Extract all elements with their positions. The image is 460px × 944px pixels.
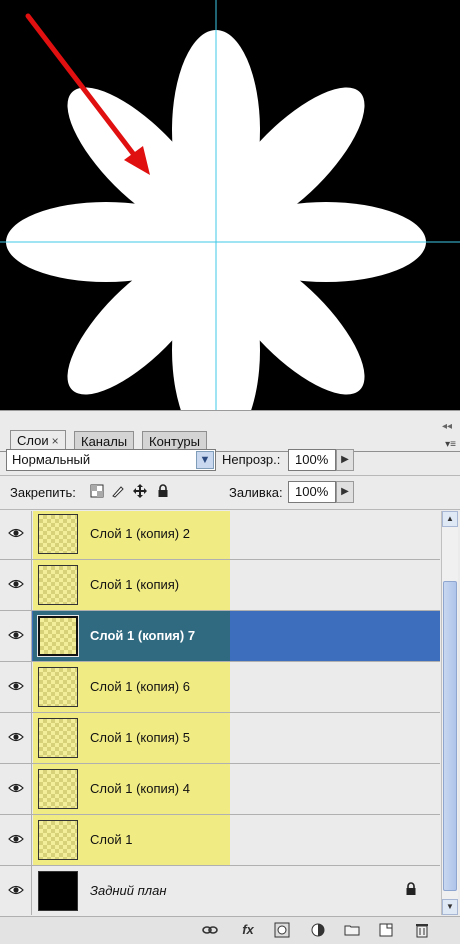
link-icon[interactable] [202, 922, 218, 938]
fill-label: Заливка: [229, 485, 283, 500]
layers-list: Слой 1 (копия) 2 Слой 1 (копия) Слой 1 (ко… [0, 511, 440, 915]
visibility-eye-icon[interactable] [0, 866, 32, 915]
panel-bottom-toolbar: fx [0, 916, 460, 944]
visibility-eye-icon[interactable] [0, 511, 32, 559]
scroll-thumb[interactable] [443, 581, 457, 891]
layers-panel: ◂◂ ▾≡ Слои × Каналы Контуры Нормальный ▼ … [0, 410, 460, 944]
mask-icon[interactable] [274, 922, 290, 938]
layers-scrollbar[interactable]: ▲ ▼ [441, 511, 458, 915]
folder-icon[interactable] [344, 922, 360, 938]
opacity-label: Непрозр.: [222, 452, 281, 467]
layer-thumbnail[interactable] [38, 871, 78, 911]
lock-label: Закрепить: [10, 485, 76, 500]
opacity-slider-button[interactable]: ▶ [336, 449, 354, 471]
divider [0, 509, 460, 510]
trash-icon[interactable] [414, 922, 430, 938]
layer-thumbnail[interactable] [38, 514, 78, 554]
layer-row[interactable]: Слой 1 (копия) 2 [0, 511, 440, 560]
layer-row[interactable]: Слой 1 (копия) 6 [0, 662, 440, 713]
layer-row[interactable]: Слой 1 (копия) 4 [0, 764, 440, 815]
layer-thumbnail[interactable] [38, 565, 78, 605]
tab-close-icon[interactable]: × [52, 434, 59, 448]
blend-mode-select[interactable]: Нормальный ▼ [6, 449, 216, 471]
scroll-up-icon[interactable]: ▲ [442, 511, 458, 527]
layer-thumbnail[interactable] [38, 718, 78, 758]
layer-name[interactable]: Слой 1 (копия) [90, 577, 179, 592]
layer-name[interactable]: Слой 1 (копия) 7 [90, 628, 195, 643]
layer-thumbnail[interactable] [38, 820, 78, 860]
layer-name[interactable]: Слой 1 (копия) 4 [90, 781, 190, 796]
layer-row[interactable]: Слой 1 (копия) 7 [0, 611, 440, 662]
adjustment-icon[interactable] [310, 922, 326, 938]
layer-row[interactable]: Задний план [0, 866, 440, 915]
visibility-eye-icon[interactable] [0, 764, 32, 814]
layer-name[interactable]: Слой 1 (копия) 6 [90, 679, 190, 694]
layer-row[interactable]: Слой 1 (копия) 5 [0, 713, 440, 764]
visibility-eye-icon[interactable] [0, 560, 32, 610]
divider [0, 475, 460, 476]
layer-lock-icon [405, 882, 417, 901]
layer-name[interactable]: Слой 1 (копия) 2 [90, 526, 190, 541]
opacity-input[interactable]: 100% [288, 449, 336, 471]
layer-thumbnail[interactable] [38, 616, 78, 656]
visibility-eye-icon[interactable] [0, 611, 32, 661]
fx-icon[interactable]: fx [240, 922, 256, 938]
document-canvas[interactable] [0, 0, 460, 410]
lock-row: Закрепить: Заливка: 100% ▶ [0, 479, 460, 505]
lock-transparent-icon[interactable] [90, 484, 104, 498]
blend-row: Нормальный ▼ Непрозр.: 100% ▶ [0, 447, 460, 473]
blend-mode-value: Нормальный [12, 452, 91, 467]
fill-input[interactable]: 100% [288, 481, 336, 503]
layer-row[interactable]: Слой 1 [0, 815, 440, 866]
layer-name[interactable]: Слой 1 [90, 832, 132, 847]
lock-paint-icon[interactable] [111, 484, 125, 498]
layer-name[interactable]: Задний план [90, 883, 167, 898]
visibility-eye-icon[interactable] [0, 815, 32, 865]
panel-collapse-icon[interactable]: ◂◂ [442, 421, 452, 432]
layer-thumbnail[interactable] [38, 769, 78, 809]
layer-name[interactable]: Слой 1 (копия) 5 [90, 730, 190, 745]
lock-all-icon[interactable] [156, 484, 170, 498]
chevron-down-icon[interactable]: ▼ [196, 451, 214, 469]
visibility-eye-icon[interactable] [0, 713, 32, 763]
scroll-down-icon[interactable]: ▼ [442, 899, 458, 915]
flower-artwork [0, 0, 460, 410]
new-layer-icon[interactable] [378, 922, 394, 938]
visibility-eye-icon[interactable] [0, 662, 32, 712]
lock-move-icon[interactable] [133, 484, 147, 498]
fill-slider-button[interactable]: ▶ [336, 481, 354, 503]
layer-row[interactable]: Слой 1 (копия) [0, 560, 440, 611]
tab-layers-label: Слои [17, 433, 49, 448]
layer-thumbnail[interactable] [38, 667, 78, 707]
